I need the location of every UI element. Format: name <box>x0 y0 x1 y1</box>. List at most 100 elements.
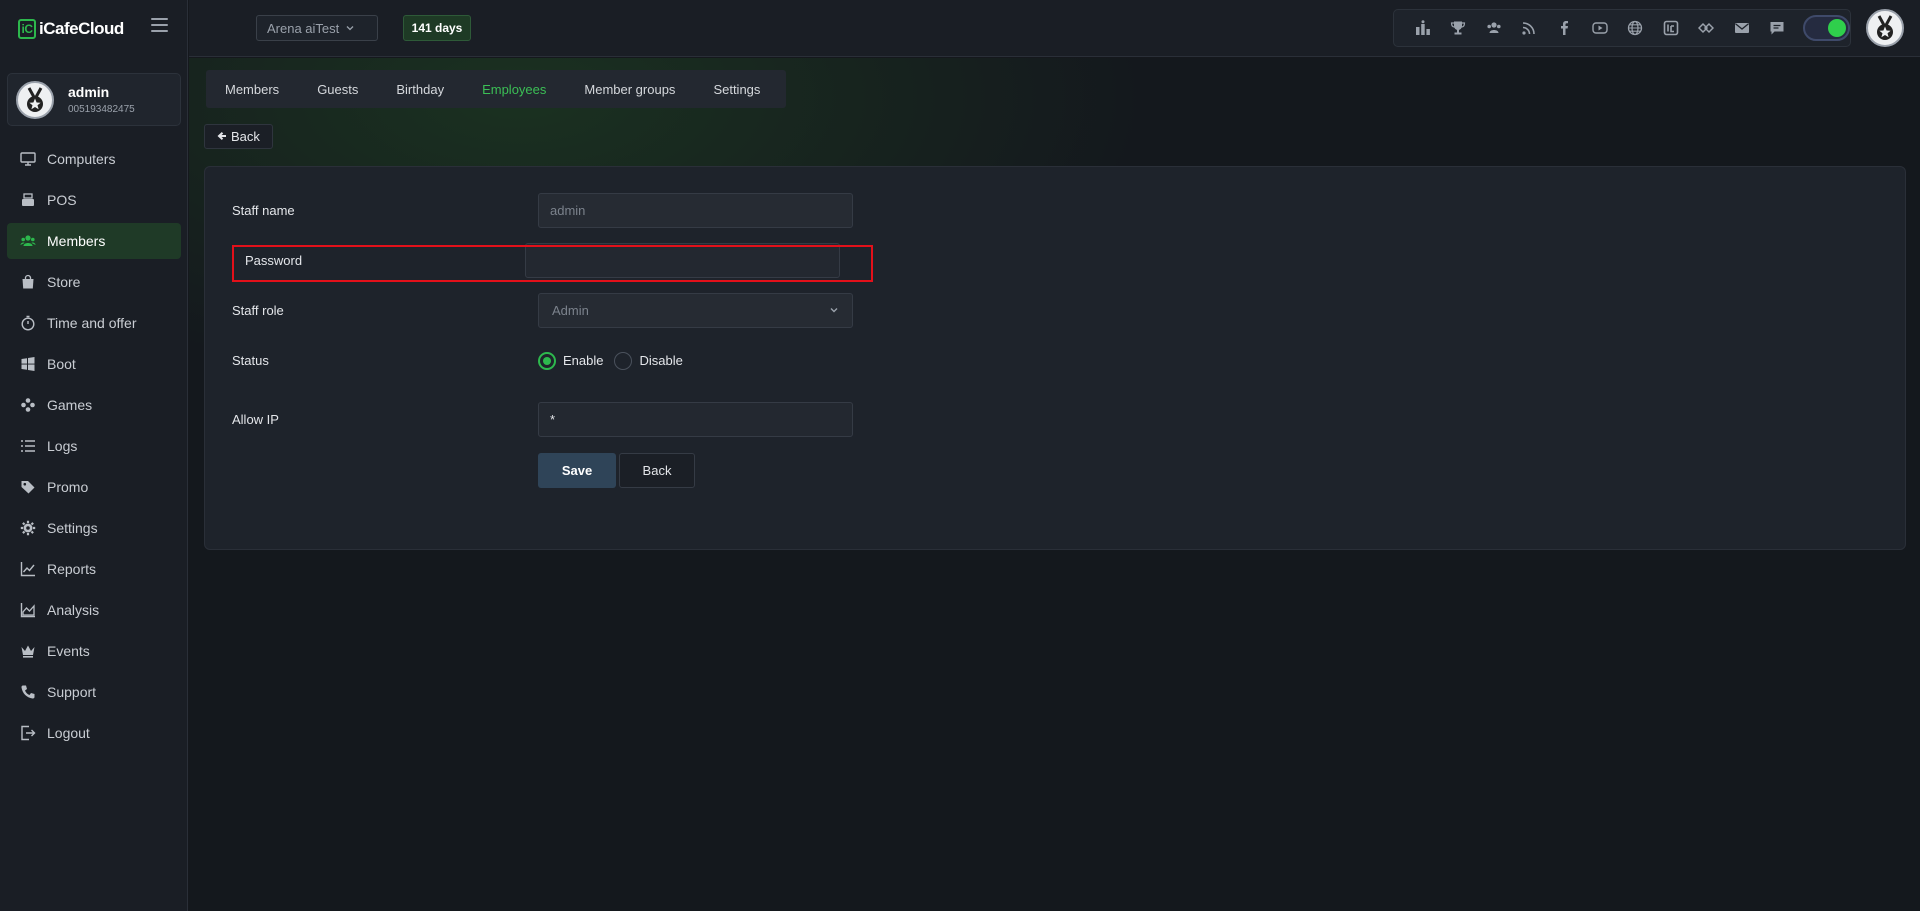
sidebar-item-computers[interactable]: Computers <box>7 141 181 177</box>
crown-icon <box>20 643 36 659</box>
brand-name: iCafeCloud <box>39 19 124 38</box>
license-days-badge: 141 days <box>403 15 471 41</box>
tab-members[interactable]: Members <box>206 82 298 97</box>
youtube-icon[interactable] <box>1582 14 1617 42</box>
sidebar-item-label: Games <box>47 397 93 413</box>
user-id: 005193482475 <box>68 104 135 115</box>
main-content: Members Guests Birthday Employees Member… <box>189 58 1920 911</box>
sidebar-item-label: POS <box>47 192 77 208</box>
sidebar-item-reports[interactable]: Reports <box>7 551 181 587</box>
shop-select[interactable]: Arena aiTest <box>256 15 378 41</box>
form-actions: Save Back <box>538 453 695 488</box>
staff-name-input[interactable] <box>538 193 853 228</box>
allow-ip-input[interactable] <box>538 402 853 437</box>
list-icon <box>20 438 36 454</box>
sidebar: iC iCafeCloud admin 005193482475 Compute… <box>0 0 188 911</box>
sidebar-item-promo[interactable]: Promo <box>7 469 181 505</box>
sidebar-item-label: Logs <box>47 438 78 454</box>
mail-icon[interactable] <box>1724 14 1759 42</box>
sidebar-nav: Computers POS Members Store Time and off… <box>7 141 181 756</box>
sidebar-item-settings[interactable]: Settings <box>7 510 181 546</box>
save-button[interactable]: Save <box>538 453 616 488</box>
sidebar-item-store[interactable]: Store <box>7 264 181 300</box>
members-icon <box>20 233 36 249</box>
staff-role-value: Admin <box>552 303 589 318</box>
profile-avatar[interactable] <box>1866 9 1904 47</box>
back-button[interactable]: Back <box>204 124 273 149</box>
sidebar-item-logs[interactable]: Logs <box>7 428 181 464</box>
toggle-knob <box>1827 19 1846 37</box>
plugin-icon[interactable] <box>1688 14 1723 42</box>
sidebar-item-analysis[interactable]: Analysis <box>7 592 181 628</box>
sidebar-item-pos[interactable]: POS <box>7 182 181 218</box>
sidebar-item-label: Events <box>47 643 90 659</box>
sidebar-item-support[interactable]: Support <box>7 674 181 710</box>
sidebar-item-events[interactable]: Events <box>7 633 181 669</box>
allow-ip-label: Allow IP <box>232 412 279 427</box>
gamepad-icon <box>20 397 36 413</box>
staff-role-label: Staff role <box>232 303 284 318</box>
sidebar-item-label: Boot <box>47 356 76 372</box>
sidebar-item-games[interactable]: Games <box>7 387 181 423</box>
monitor-icon <box>20 151 36 167</box>
hamburger-menu-icon[interactable] <box>151 18 168 32</box>
chat-icon[interactable] <box>1759 14 1794 42</box>
tab-member-groups[interactable]: Member groups <box>565 82 694 97</box>
sidebar-item-logout[interactable]: Logout <box>7 715 181 751</box>
facebook-icon[interactable] <box>1547 14 1582 42</box>
tab-employees[interactable]: Employees <box>463 82 565 97</box>
sidebar-item-label: Time and offer <box>47 315 137 331</box>
staff-name-row: Staff name <box>232 193 853 228</box>
icafe-icon[interactable] <box>1653 14 1688 42</box>
form-back-button[interactable]: Back <box>619 453 695 488</box>
pos-icon <box>20 192 36 208</box>
top-bar: Arena aiTest 141 days <box>189 0 1920 57</box>
medal-icon <box>1877 15 1893 40</box>
sidebar-item-label: Analysis <box>47 602 100 618</box>
user-card[interactable]: admin 005193482475 <box>7 73 181 126</box>
bag-icon <box>20 274 36 290</box>
arrow-left-icon <box>217 129 227 144</box>
status-enable-option[interactable]: Enable <box>538 351 614 370</box>
chevron-down-icon <box>345 21 355 36</box>
gear-icon <box>20 520 36 536</box>
staff-role-select[interactable]: Admin <box>538 293 853 328</box>
sidebar-item-boot[interactable]: Boot <box>7 346 181 382</box>
sidebar-item-label: Settings <box>47 520 98 536</box>
user-name: admin <box>68 84 110 100</box>
stopwatch-icon <box>20 315 36 331</box>
tab-settings[interactable]: Settings <box>694 82 779 97</box>
globe-icon[interactable] <box>1618 14 1653 42</box>
enable-radio[interactable] <box>538 351 556 370</box>
sidebar-item-label: Computers <box>47 151 116 167</box>
status-disable-option[interactable]: Disable <box>614 351 693 370</box>
sidebar-item-members[interactable]: Members <box>7 223 181 259</box>
theme-toggle[interactable] <box>1802 15 1850 41</box>
top-toolbar <box>1393 9 1851 47</box>
avatar <box>16 80 54 119</box>
tab-birthday[interactable]: Birthday <box>377 82 463 97</box>
status-row: Status Enable Disable <box>232 343 694 378</box>
windows-icon <box>20 356 36 372</box>
password-input[interactable] <box>525 243 840 278</box>
chevron-down-icon <box>829 303 839 318</box>
sidebar-item-label: Promo <box>47 479 89 495</box>
trophy-icon[interactable] <box>1440 14 1475 42</box>
area-chart-icon <box>20 602 36 618</box>
password-label: Password <box>245 253 303 268</box>
sidebar-item-label: Reports <box>47 561 97 577</box>
rss-icon[interactable] <box>1511 14 1546 42</box>
disable-radio[interactable] <box>614 351 633 370</box>
member-tabs: Members Guests Birthday Employees Member… <box>206 70 786 108</box>
icafe-logo-icon: iC <box>18 19 36 39</box>
enable-label: Enable <box>563 353 604 368</box>
staff-role-row: Staff role Admin <box>232 293 853 328</box>
users-icon[interactable] <box>1476 14 1511 42</box>
brand-logo[interactable]: iC iCafeCloud <box>18 18 124 40</box>
ranking-icon[interactable] <box>1405 14 1440 42</box>
tab-guests[interactable]: Guests <box>298 82 377 97</box>
sidebar-item-time-and-offer[interactable]: Time and offer <box>7 305 181 341</box>
password-row: Password <box>232 243 840 278</box>
disable-label: Disable <box>639 353 683 368</box>
sidebar-item-label: Logout <box>47 725 90 741</box>
